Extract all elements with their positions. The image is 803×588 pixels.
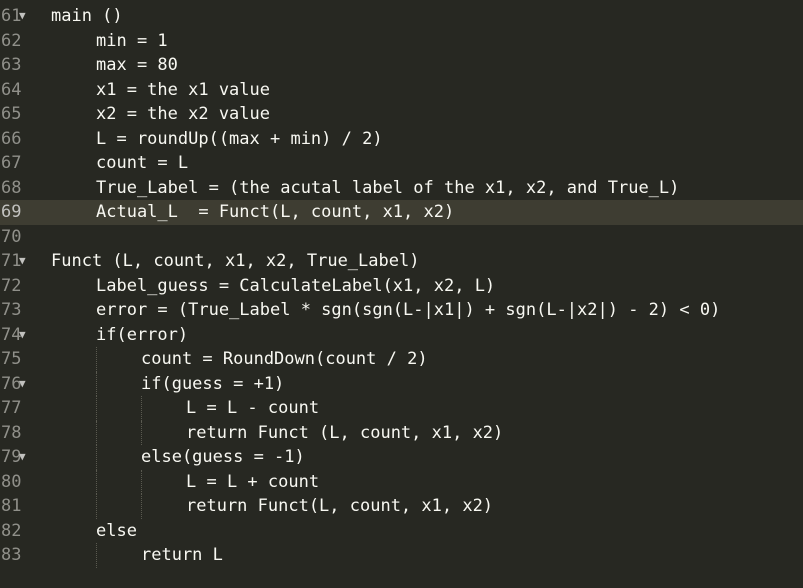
indent-guide bbox=[141, 420, 143, 445]
line-number: 75 bbox=[1, 349, 22, 369]
code-line[interactable]: 64 x1 = the x1 value bbox=[0, 78, 803, 103]
code-text: if(guess = +1) bbox=[141, 373, 285, 394]
code-text: return Funct (L, count, x1, x2) bbox=[186, 422, 504, 443]
code-line[interactable]: 70 bbox=[0, 225, 803, 250]
code-text: else(guess = -1) bbox=[141, 447, 305, 467]
code-line[interactable]: 83 return L bbox=[0, 543, 803, 568]
fold-arrow-icon[interactable]: ▼ bbox=[19, 323, 26, 348]
code-line[interactable]: 82 else bbox=[0, 519, 803, 544]
code-line[interactable]: 61 ▼ main () bbox=[0, 4, 803, 29]
line-number: 70 bbox=[1, 226, 22, 247]
line-number: 78 bbox=[1, 422, 22, 443]
code-text: else bbox=[96, 520, 137, 541]
indent-guide bbox=[96, 347, 98, 372]
code-text: main () bbox=[51, 6, 123, 26]
code-text: error = (True_Label * sgn(sgn(L-|x1|) + … bbox=[96, 300, 721, 320]
code-line[interactable]: 74 ▼ if(error) bbox=[0, 323, 803, 348]
fold-arrow-icon[interactable]: ▼ bbox=[19, 445, 26, 470]
code-text: count = L bbox=[96, 153, 189, 173]
line-number: 68 bbox=[1, 177, 22, 198]
line-number: 69 bbox=[1, 202, 22, 222]
code-line[interactable]: 63 max = 80 bbox=[0, 53, 803, 78]
indent-guide bbox=[96, 543, 98, 568]
indent-guide bbox=[141, 396, 143, 421]
code-text: x1 = the x1 value bbox=[96, 79, 270, 100]
code-line[interactable]: 62 min = 1 bbox=[0, 29, 803, 54]
fold-arrow-icon[interactable]: ▼ bbox=[19, 372, 26, 397]
code-line[interactable]: 81 return Funct(L, count, x1, x2) bbox=[0, 494, 803, 519]
indent-guide bbox=[96, 469, 98, 494]
code-text: True_Label = (the acutal label of the x1… bbox=[96, 177, 680, 198]
code-line[interactable]: 78 return Funct (L, count, x1, x2) bbox=[0, 420, 803, 445]
code-line[interactable]: 65 x2 = the x2 value bbox=[0, 102, 803, 127]
code-line[interactable]: 76 ▼ if(guess = +1) bbox=[0, 371, 803, 397]
code-text: L = L + count bbox=[186, 471, 320, 492]
code-line[interactable]: 73 error = (True_Label * sgn(sgn(L-|x1|) … bbox=[0, 298, 803, 323]
indent-guide bbox=[96, 420, 98, 445]
line-number: 67 bbox=[1, 153, 22, 173]
code-line[interactable]: 72 Label_guess = CalculateLabel(x1, x2, L… bbox=[0, 274, 803, 299]
line-number: 64 bbox=[1, 79, 22, 100]
code-text: count = RoundDown(count / 2) bbox=[141, 349, 428, 369]
code-text: if(error) bbox=[96, 324, 189, 345]
code-text: Actual_L = Funct(L, count, x1, x2) bbox=[96, 202, 455, 222]
fold-arrow-icon[interactable]: ▼ bbox=[19, 4, 26, 29]
indent-guide bbox=[96, 396, 98, 421]
code-line[interactable]: 80 L = L + count bbox=[0, 469, 803, 494]
indent-guide bbox=[141, 494, 143, 519]
code-line[interactable]: 67 count = L bbox=[0, 151, 803, 176]
code-text: return L bbox=[141, 545, 223, 565]
code-text: min = 1 bbox=[96, 30, 168, 51]
line-number: 72 bbox=[1, 275, 22, 296]
code-line[interactable]: 66 L = roundUp((max + min) / 2) bbox=[0, 127, 803, 152]
code-text: Funct (L, count, x1, x2, True_Label) bbox=[51, 251, 420, 271]
code-line[interactable]: 77 L = L - count bbox=[0, 396, 803, 421]
code-text: max = 80 bbox=[96, 55, 178, 75]
line-number: 80 bbox=[1, 471, 22, 492]
line-number: 81 bbox=[1, 496, 22, 516]
code-line[interactable]: 79 ▼ else(guess = -1) bbox=[0, 445, 803, 470]
code-line[interactable]: 71 ▼ Funct (L, count, x1, x2, True_Label) bbox=[0, 249, 803, 274]
code-text: return Funct(L, count, x1, x2) bbox=[186, 496, 494, 516]
line-number: 66 bbox=[1, 128, 22, 149]
line-number: 82 bbox=[1, 520, 22, 541]
indent-guide bbox=[141, 469, 143, 494]
fold-arrow-icon[interactable]: ▼ bbox=[19, 249, 26, 274]
code-text: L = roundUp((max + min) / 2) bbox=[96, 128, 383, 149]
indent-guide bbox=[96, 445, 98, 470]
code-text: x2 = the x2 value bbox=[96, 104, 270, 124]
line-number: 77 bbox=[1, 398, 22, 418]
code-text: L = L - count bbox=[186, 398, 320, 418]
code-line[interactable]: 68 True_Label = (the acutal label of the … bbox=[0, 176, 803, 201]
indent-guide bbox=[96, 371, 98, 396]
line-number: 65 bbox=[1, 104, 22, 124]
code-text: Label_guess = CalculateLabel(x1, x2, L) bbox=[96, 275, 496, 296]
line-number: 62 bbox=[1, 30, 22, 51]
line-number: 73 bbox=[1, 300, 22, 320]
indent-guide bbox=[96, 494, 98, 519]
code-line[interactable]: 69 Actual_L = Funct(L, count, x1, x2) bbox=[0, 200, 803, 225]
code-editor[interactable]: 61 ▼ main () 62 min = 1 63 max = 80 64 x1 = the … bbox=[0, 0, 803, 588]
code-line[interactable]: 75 count = RoundDown(count / 2) bbox=[0, 347, 803, 372]
line-number: 83 bbox=[1, 545, 22, 565]
line-number: 63 bbox=[1, 55, 22, 75]
